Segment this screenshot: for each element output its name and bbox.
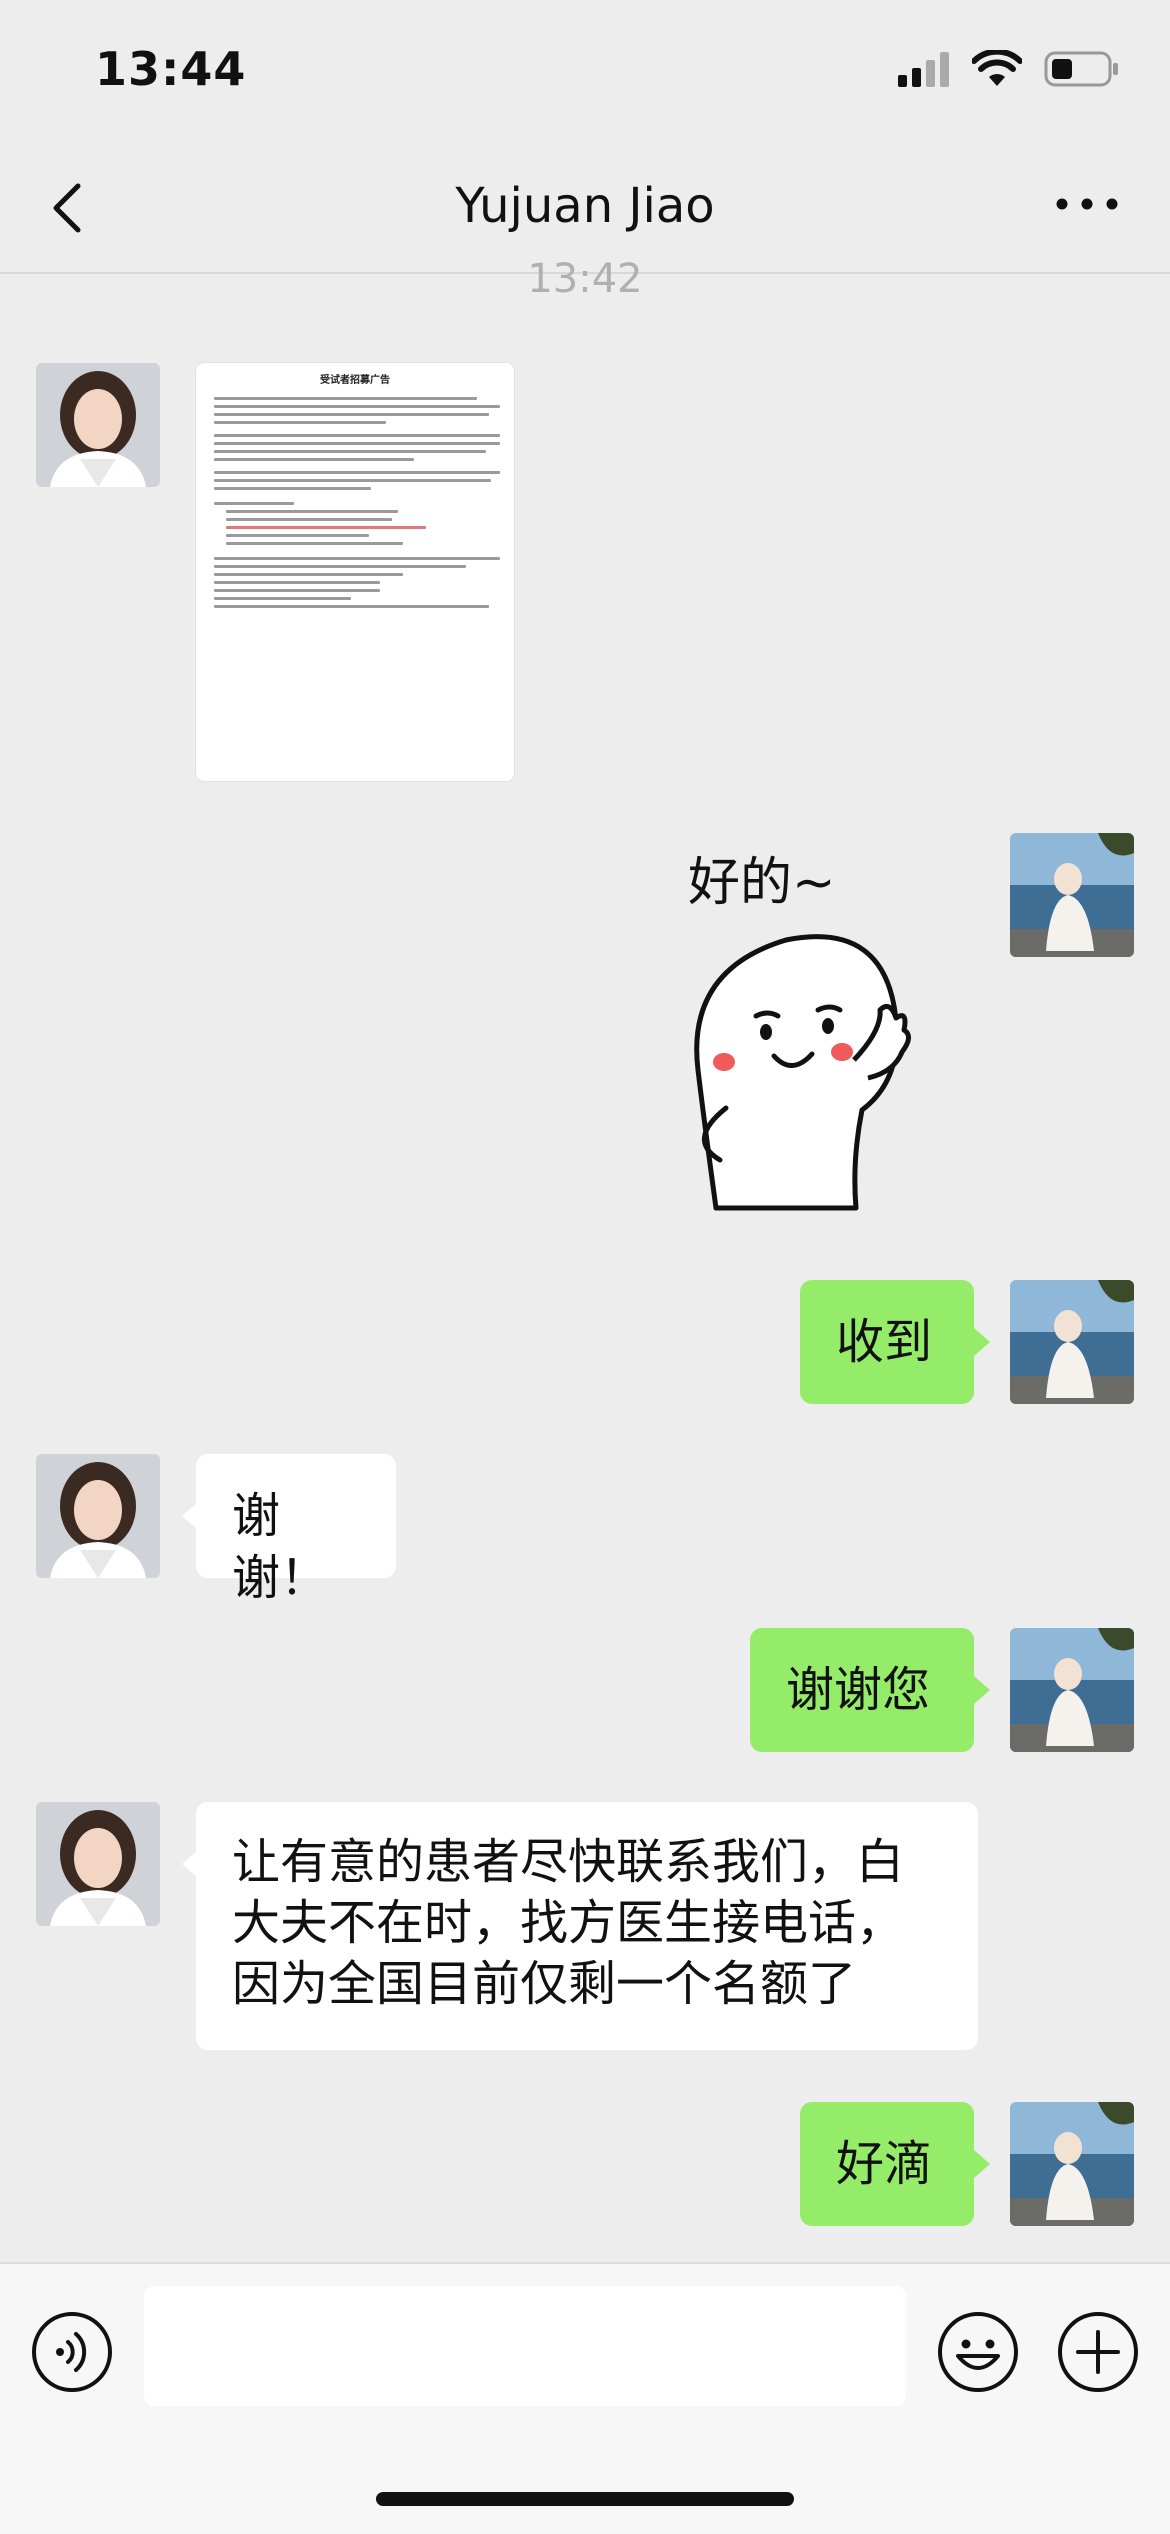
my-avatar-image (1010, 1628, 1134, 1752)
home-indicator[interactable] (376, 2492, 794, 2506)
message-text: 谢谢您 (786, 1662, 931, 1718)
message-text-line: 让有意的患者尽快联系我们，白 (232, 1834, 905, 1890)
message-text: 谢谢！ (232, 1488, 329, 1606)
chat-header: Yujuan Jiao (0, 140, 1170, 274)
voice-icon[interactable] (30, 2310, 114, 2394)
status-bar: 13:44 (0, 0, 1170, 140)
my-avatar-image (1010, 1280, 1134, 1404)
battery-icon (1044, 51, 1118, 87)
contact-avatar[interactable] (36, 1454, 160, 1578)
sticker-message[interactable]: 好的~ (646, 840, 918, 1220)
outgoing-message-bubble[interactable]: 好滴 (800, 2102, 990, 2226)
emoji-icon[interactable] (936, 2310, 1020, 2394)
message-text-line: 因为全国目前仅剩一个名额了 (232, 1956, 857, 2012)
wifi-icon (972, 50, 1022, 86)
contact-avatar[interactable] (36, 363, 160, 487)
signal-icon (898, 52, 949, 87)
document-title: 受试者招募广告 (320, 375, 390, 386)
my-avatar[interactable] (1010, 1280, 1134, 1404)
contact-avatar-image (36, 1802, 160, 1926)
incoming-message-bubble[interactable]: 让有意的患者尽快联系我们，白 大夫不在时，找方医生接电话， 因为全国目前仅剩一个… (182, 1802, 978, 2050)
contact-avatar-image (36, 1454, 160, 1578)
message-input[interactable] (144, 2286, 906, 2406)
status-icons (898, 50, 1120, 88)
message-text: 好滴 (836, 2136, 933, 2192)
my-avatar[interactable] (1010, 1628, 1134, 1752)
message-text: 收到 (836, 1314, 933, 1370)
document-body (196, 386, 514, 608)
my-avatar[interactable] (1010, 833, 1134, 957)
contact-avatar[interactable] (36, 1802, 160, 1926)
sticker-caption: 好的~ (688, 853, 836, 913)
outgoing-message-bubble[interactable]: 收到 (800, 1280, 990, 1404)
more-icon[interactable] (1052, 184, 1122, 224)
outgoing-message-bubble[interactable]: 谢谢您 (750, 1628, 990, 1752)
message-text-line: 大夫不在时，找方医生接电话， (232, 1895, 905, 1951)
plus-icon[interactable] (1056, 2310, 1140, 2394)
my-avatar-image (1010, 833, 1134, 957)
my-avatar[interactable] (1010, 2102, 1134, 2226)
my-avatar-image (1010, 2102, 1134, 2226)
chat-title[interactable]: Yujuan Jiao (0, 178, 1170, 234)
message-timestamp: 13:42 (527, 256, 643, 302)
incoming-message-bubble[interactable]: 谢谢！ (182, 1454, 396, 1606)
status-time: 13:44 (95, 42, 247, 96)
contact-avatar-image (36, 363, 160, 487)
document-image-message[interactable]: 受试者招募广告 (196, 363, 514, 781)
